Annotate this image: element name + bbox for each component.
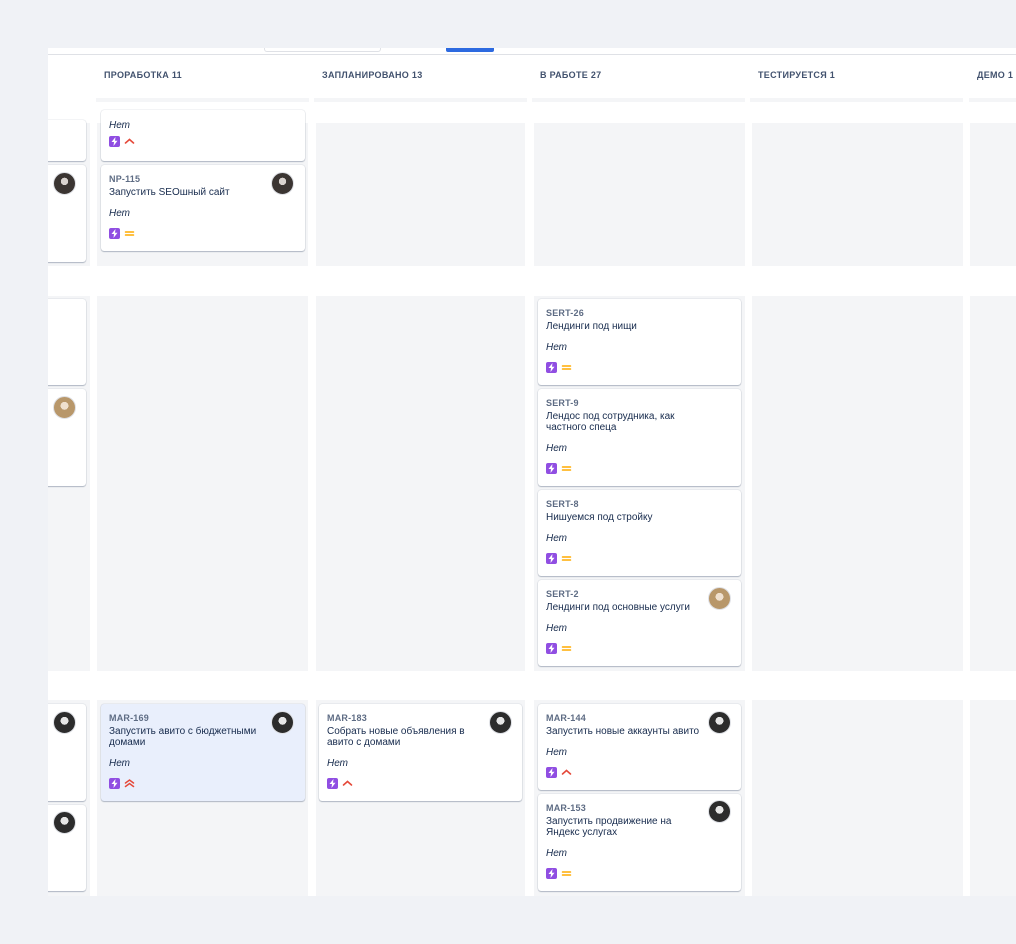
swimlane-cell: [970, 700, 1016, 896]
card-icons: [546, 767, 733, 778]
issue-card-clipped[interactable]: [48, 299, 86, 385]
column-header-planned[interactable]: ЗАПЛАНИРОВАНО 13: [314, 56, 527, 102]
issue-key: SERT-8: [546, 499, 579, 509]
card-field: Нет: [546, 623, 568, 634]
swimlane-cell: [534, 123, 745, 266]
priority-medium-icon: [561, 871, 572, 876]
issue-key: MAR-169: [109, 713, 149, 723]
card-field: Нет: [327, 758, 349, 769]
issue-title: Лендинги под основные услуги: [546, 602, 690, 613]
priority-medium-icon: [561, 556, 572, 561]
issue-title: Лендинги под нищи: [546, 321, 637, 332]
lightning-icon: [109, 228, 120, 239]
lightning-icon: [546, 362, 557, 373]
active-view-tab[interactable]: [446, 48, 494, 52]
swimlane-cell: [970, 123, 1016, 266]
priority-high-icon: [561, 769, 572, 775]
assignee-avatar[interactable]: [53, 396, 76, 419]
card-icons: [109, 136, 297, 147]
priority-medium-icon: [561, 466, 572, 471]
column-header-demo[interactable]: ДЕМО 1: [969, 56, 1016, 102]
issue-key: SERT-2: [546, 589, 579, 599]
card-icons: [327, 778, 514, 789]
priority-highest-icon: [124, 779, 135, 788]
issue-key: SERT-9: [546, 398, 579, 408]
assignee-avatar[interactable]: [489, 711, 512, 734]
card-field: Нет: [109, 208, 131, 219]
priority-medium-icon: [561, 646, 572, 651]
priority-high-icon: [124, 138, 135, 144]
issue-card[interactable]: SERT-26 Лендинги под нищи Нет: [538, 299, 741, 385]
lightning-icon: [546, 553, 557, 564]
priority-high-icon: [342, 780, 353, 786]
column-header-testing[interactable]: ТЕСТИРУЕТСЯ 1: [750, 56, 963, 102]
lightning-icon: [109, 778, 120, 789]
swimlane-cell: [752, 123, 963, 266]
header-divider: [48, 54, 1016, 55]
card-icons: [546, 362, 733, 373]
card-icons: [546, 553, 733, 564]
card-field: Нет: [109, 758, 131, 769]
issue-key: MAR-183: [327, 713, 367, 723]
column-header-analysis[interactable]: ПРОРАБОТКА 11: [96, 56, 309, 102]
card-field: Нет: [546, 443, 568, 454]
issue-card[interactable]: SERT-9 Лендос под сотрудника, как частно…: [538, 389, 741, 486]
issue-title: Нишуемся под стройку: [546, 512, 653, 523]
issue-title: Запустить продвижение на Яндекс услугах: [546, 816, 672, 838]
card-icons: [546, 868, 733, 879]
swimlane-cell: [752, 700, 963, 896]
issue-title: Лендос под сотрудника, как частного спец…: [546, 411, 675, 433]
issue-card-clipped[interactable]: [48, 120, 86, 161]
card-icons: [546, 463, 733, 474]
assignee-avatar[interactable]: [53, 711, 76, 734]
kanban-board: ПРОРАБОТКА 11 ЗАПЛАНИРОВАНО 13 В РАБОТЕ …: [48, 48, 1016, 896]
card-field: Нет: [546, 533, 568, 544]
assignee-avatar[interactable]: [708, 587, 731, 610]
issue-title: Запустить авито с бюджетными домами: [109, 726, 257, 748]
card-field: Нет: [546, 747, 568, 758]
lightning-icon: [546, 643, 557, 654]
lightning-icon: [546, 463, 557, 474]
card-icons: [546, 643, 733, 654]
card-field: Нет: [546, 342, 568, 353]
assignee-avatar[interactable]: [708, 711, 731, 734]
swimlane-cell: [970, 296, 1016, 671]
issue-title: Запустить новые аккаунты авито: [546, 726, 700, 737]
swimlane-cell: [97, 296, 308, 671]
issue-title: Собрать новые объявления в авито с домам…: [327, 726, 465, 748]
lightning-icon: [327, 778, 338, 789]
swimlane-cell: [316, 123, 525, 266]
assignee-avatar[interactable]: [271, 711, 294, 734]
issue-title: Запустить SEOшный сайт: [109, 187, 230, 198]
card-field: Нет: [546, 848, 568, 859]
priority-medium-icon: [124, 231, 135, 236]
column-header-in-progress[interactable]: В РАБОТЕ 27: [532, 56, 745, 102]
swimlane-cell: [752, 296, 963, 671]
issue-card[interactable]: Нет: [101, 110, 305, 161]
assignee-avatar[interactable]: [271, 172, 294, 195]
lightning-icon: [546, 868, 557, 879]
assignee-avatar[interactable]: [53, 172, 76, 195]
priority-medium-icon: [561, 365, 572, 370]
issue-card[interactable]: SERT-8 Нишуемся под стройку Нет: [538, 490, 741, 576]
card-field: Нет: [109, 120, 131, 131]
filter-input[interactable]: [264, 48, 381, 52]
card-icons: [109, 228, 297, 239]
issue-key: SERT-26: [546, 308, 584, 318]
assignee-avatar[interactable]: [53, 811, 76, 834]
assignee-avatar[interactable]: [708, 800, 731, 823]
issue-key: NP-115: [109, 174, 141, 184]
issue-key: MAR-153: [546, 803, 586, 813]
swimlane-cell: [316, 296, 525, 671]
lightning-icon: [109, 136, 120, 147]
card-icons: [109, 778, 297, 789]
issue-key: MAR-144: [546, 713, 586, 723]
lightning-icon: [546, 767, 557, 778]
